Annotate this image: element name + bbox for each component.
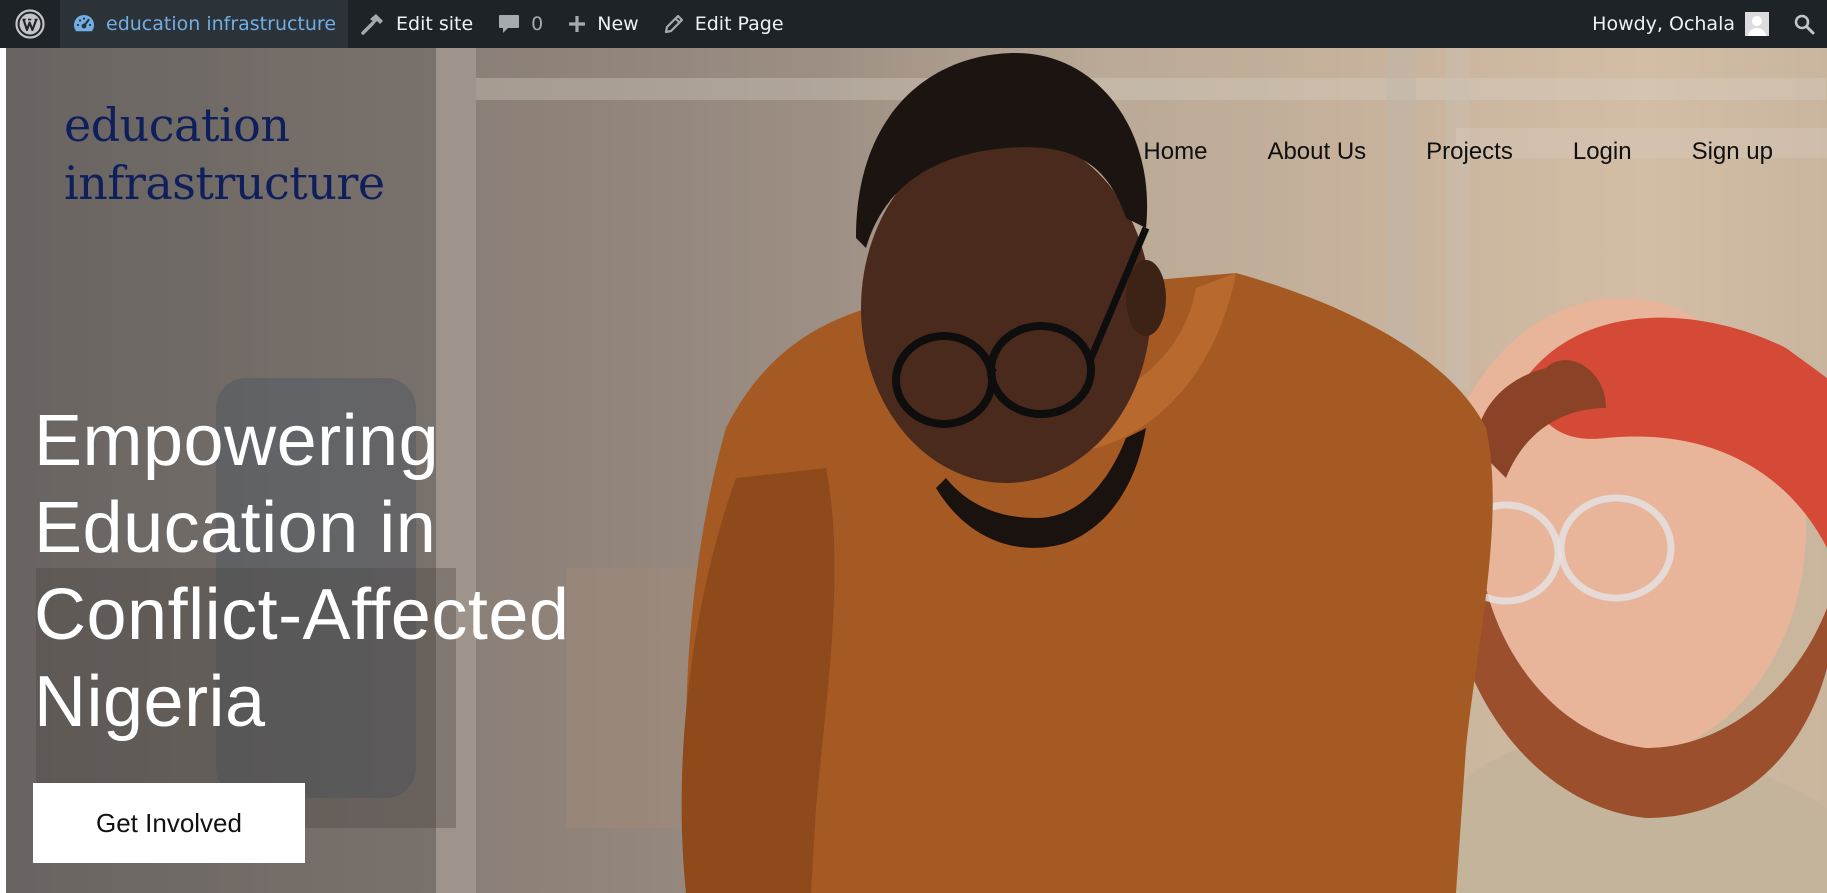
search-button[interactable]: [1781, 0, 1827, 48]
wordpress-menu-button[interactable]: [0, 0, 60, 48]
edit-site-button[interactable]: Edit site: [348, 0, 485, 48]
comments-button[interactable]: 0: [485, 0, 555, 48]
primary-navigation: Home About Us Projects Login Sign up: [1143, 138, 1773, 166]
site-name-label: education infrastructure: [106, 13, 337, 35]
search-icon: [1793, 13, 1815, 35]
hammer-icon: [360, 12, 386, 36]
site-title[interactable]: education infrastructure: [64, 96, 444, 212]
nav-item-about-us[interactable]: About Us: [1267, 138, 1366, 166]
pencil-icon: [663, 13, 685, 35]
admin-bar: education infrastructure Edit site 0 New: [0, 0, 1827, 48]
edit-page-button[interactable]: Edit Page: [651, 0, 796, 48]
nav-item-login[interactable]: Login: [1573, 138, 1632, 166]
new-content-button[interactable]: New: [555, 0, 650, 48]
new-label: New: [597, 13, 639, 35]
my-account-menu[interactable]: Howdy, Ochala: [1580, 0, 1781, 48]
admin-bar-secondary: Howdy, Ochala: [1580, 0, 1827, 48]
nav-item-home[interactable]: Home: [1143, 138, 1207, 166]
dashboard-gauge-icon: [72, 13, 96, 35]
comment-bubble-icon: [497, 13, 521, 35]
edit-page-label: Edit Page: [694, 13, 784, 35]
wordpress-logo-icon: [15, 9, 45, 39]
nav-item-projects[interactable]: Projects: [1426, 138, 1513, 166]
howdy-label: Howdy, Ochala: [1592, 13, 1735, 35]
get-involved-button[interactable]: Get Involved: [33, 783, 305, 863]
edit-site-label: Edit site: [396, 13, 474, 35]
hero-headline: Empowering Education in Conflict-Affecte…: [34, 401, 570, 742]
avatar: [1745, 12, 1769, 36]
hero-cover: education infrastructure Home About Us P…: [6, 48, 1827, 893]
site-name-link[interactable]: education infrastructure: [60, 0, 349, 48]
comments-count: 0: [531, 13, 544, 35]
plus-icon: [567, 14, 587, 34]
nav-item-sign-up[interactable]: Sign up: [1692, 138, 1773, 166]
